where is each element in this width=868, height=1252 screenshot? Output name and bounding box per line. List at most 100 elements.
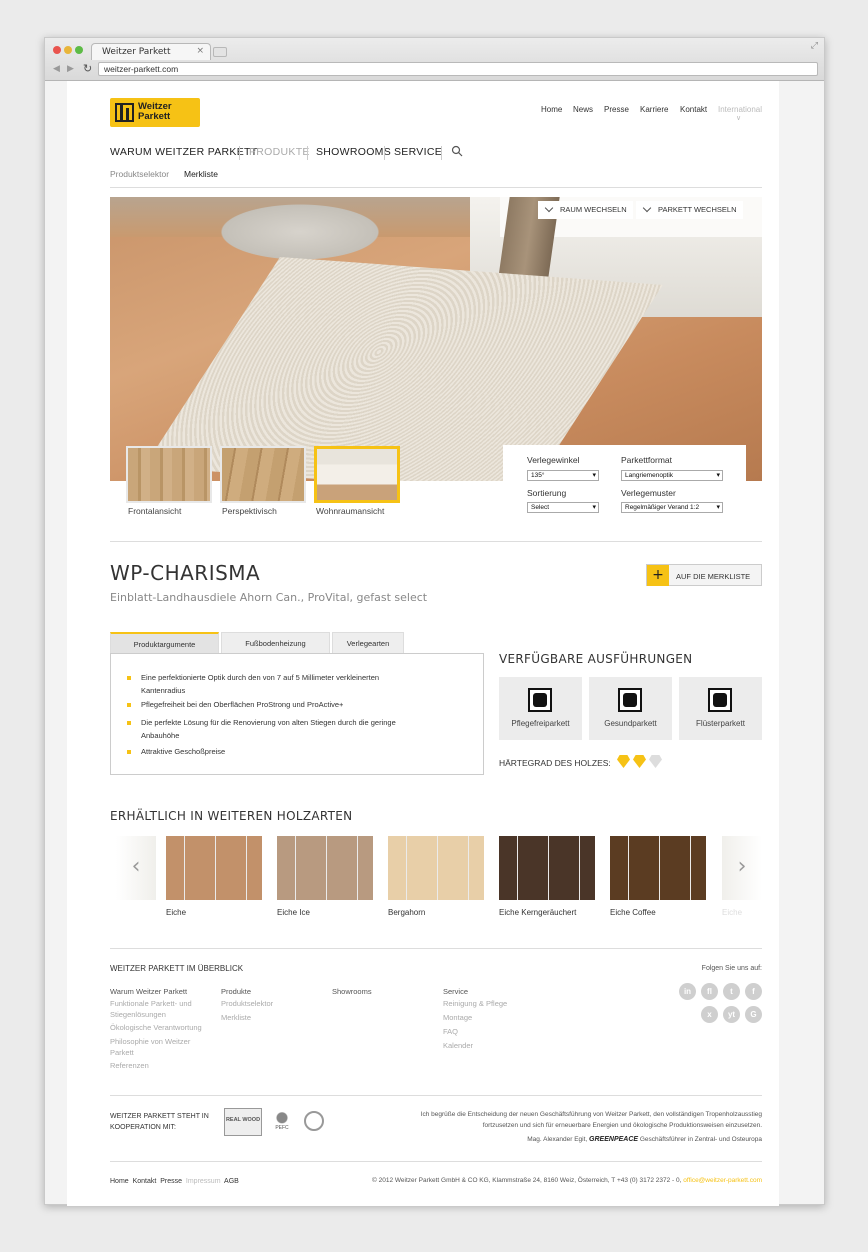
health-icon [618, 688, 642, 712]
fluesterparkett-label: Flüsterparkett [696, 719, 745, 728]
top-nav-kontakt[interactable]: Kontakt [680, 105, 707, 114]
top-nav-news[interactable]: News [573, 105, 593, 114]
view-thumb-wohnraum[interactable] [314, 446, 400, 503]
speaker-icon [708, 688, 732, 712]
view-thumb-perspektivisch[interactable] [220, 446, 306, 503]
footer-link[interactable]: Reinigung & Pflege [443, 998, 507, 1009]
footer-link[interactable]: Referenzen [110, 1060, 210, 1071]
verlegemuster-select[interactable]: Regelmäßiger Verand 1:2 [621, 502, 723, 513]
argument-text: Eine perfektionierte Optik durch den von… [141, 673, 380, 695]
youtube-icon[interactable]: yt [723, 1006, 740, 1023]
main-nav-warum[interactable]: WARUM WEITZER PARKETT [110, 146, 257, 158]
gesundparkett-label: Gesundparkett [604, 719, 657, 728]
view-label-frontal: Frontalansicht [128, 506, 182, 516]
parkettformat-label: Parkettformat [621, 455, 673, 465]
product-subtitle: Einblatt-Landhausdiele Ahorn Can., ProVi… [110, 591, 428, 604]
parkettformat-select[interactable]: Langriemenoptik [621, 470, 723, 481]
flickr-icon[interactable]: fl [701, 983, 718, 1000]
bottom-link-impressum[interactable]: Impressum [186, 1178, 221, 1185]
greenpeace-quote: Ich begrüße die Entscheidung der neuen G… [420, 1111, 762, 1129]
address-bar[interactable]: weitzer-parkett.com [98, 62, 818, 76]
footer-link-showrooms[interactable]: Showrooms [332, 986, 372, 997]
main-nav-produkte[interactable]: PRODUKTE [249, 146, 310, 158]
wood-swatch-eiche-coffee[interactable] [610, 836, 706, 900]
carousel-prev-button[interactable]: ‹ [116, 836, 156, 900]
argument-item: Eine perfektionierte Optik durch den von… [127, 671, 417, 697]
maximize-window-button[interactable] [75, 46, 83, 54]
wood-swatch-eiche-kerngeraeuchert[interactable] [499, 836, 595, 900]
browser-toolbar: Weitzer Parkett × ⤢ ◀ ▶ ↻ weitzer-parket… [45, 38, 824, 81]
search-icon[interactable] [451, 145, 463, 157]
footer-link[interactable]: Philosophie von Weitzer Parkett [110, 1036, 210, 1058]
room-visualisation: RAUM WECHSELN PARKETT WECHSELN [110, 197, 762, 481]
carousel-next-button[interactable]: › [722, 836, 762, 900]
wood-label-faded: Eiche [722, 908, 743, 917]
tab-produktargumente[interactable]: Produktargumente [110, 632, 219, 654]
email-link[interactable]: office@weitzer-parkett.com [683, 1177, 762, 1184]
forward-icon[interactable]: ▶ [67, 64, 74, 74]
minimize-window-button[interactable] [64, 46, 72, 54]
google-plus-icon[interactable]: G [745, 1006, 762, 1023]
back-icon[interactable]: ◀ [53, 64, 60, 74]
plus-icon: + [647, 565, 669, 586]
logo-line2: Parkett [138, 111, 171, 122]
wood-swatch-bergahorn[interactable] [388, 836, 484, 900]
footer-link-warum[interactable]: Warum Weitzer Parkett [110, 986, 210, 997]
sub-nav-produktselektor[interactable]: Produktselektor [110, 169, 169, 179]
facebook-icon[interactable]: f [745, 983, 762, 1000]
tab-close-icon[interactable]: × [196, 46, 204, 56]
xing-icon[interactable]: x [701, 1006, 718, 1023]
top-nav-karriere[interactable]: Karriere [640, 105, 668, 114]
nav-divider [441, 146, 442, 160]
bottom-link-presse[interactable]: Presse [160, 1178, 182, 1185]
footer-link-produkte[interactable]: Produkte [221, 986, 251, 997]
raum-wechseln-button[interactable]: RAUM WECHSELN [538, 201, 633, 219]
add-to-merkliste-button[interactable]: + AUF DIE MERKLISTE [646, 564, 762, 586]
verlegemuster-label: Verlegemuster [621, 488, 676, 498]
footer-link-service[interactable]: Service [443, 986, 468, 997]
wood-swatch-eiche-ice[interactable] [277, 836, 373, 900]
verlegewinkel-select[interactable]: 135° [527, 470, 599, 481]
real-wood-logo: REAL WOOD [224, 1108, 262, 1136]
fullscreen-icon[interactable]: ⤢ [811, 41, 818, 51]
footer-link[interactable]: Montage [443, 1012, 472, 1023]
top-nav-international[interactable]: International [718, 105, 762, 114]
pflegefreiparkett-label: Pflegefreiparkett [511, 719, 570, 728]
linkedin-icon[interactable]: in [679, 983, 696, 1000]
bottom-link-home[interactable]: Home [110, 1178, 129, 1185]
main-nav-service[interactable]: SERVICE [394, 146, 442, 158]
greenpeace-logo: GREENPEACE [589, 1136, 639, 1143]
footer-link[interactable]: Kalender [443, 1040, 473, 1051]
gesundparkett-card[interactable]: Gesundparkett [589, 677, 672, 740]
argument-item: Die perfekte Lösung für die Renovierung … [127, 716, 417, 742]
fluesterparkett-card[interactable]: Flüsterparkett [679, 677, 762, 740]
new-tab-button[interactable] [213, 47, 227, 57]
footer-link[interactable]: Produktselektor [221, 998, 273, 1009]
view-thumb-frontal[interactable] [126, 446, 212, 503]
footer-link[interactable]: FAQ [443, 1026, 458, 1037]
logo[interactable]: Weitzer Parkett [110, 98, 200, 127]
bottom-link-agb[interactable]: AGB [224, 1178, 239, 1185]
footer-heading: WEITZER PARKETT IM ÜBERBLICK [110, 964, 244, 973]
hardness-gem-icon [649, 755, 662, 768]
footer-link[interactable]: Ökologische Verantwortung [110, 1022, 210, 1033]
sub-nav-merkliste[interactable]: Merkliste [184, 169, 218, 179]
browser-tab[interactable]: Weitzer Parkett × [91, 43, 211, 60]
close-window-button[interactable] [53, 46, 61, 54]
top-nav-presse[interactable]: Presse [604, 105, 629, 114]
footer-link[interactable]: Funktionale Parkett- und Stiegenlösungen [110, 998, 210, 1020]
tab-title: Weitzer Parkett [102, 47, 171, 57]
main-nav-showrooms[interactable]: SHOWROOMS [316, 146, 391, 158]
sortierung-select[interactable]: Select [527, 502, 599, 513]
twitter-icon[interactable]: t [723, 983, 740, 1000]
bottom-link-kontakt[interactable]: Kontakt [133, 1178, 157, 1185]
top-nav-home[interactable]: Home [541, 105, 562, 114]
tab-fussbodenheizung[interactable]: Fußbodenheizung [221, 632, 330, 654]
reload-icon[interactable]: ↻ [83, 62, 92, 75]
tab-verlegearten[interactable]: Verlegearten [332, 632, 404, 654]
parkett-wechseln-button[interactable]: PARKETT WECHSELN [636, 201, 743, 219]
verlegewinkel-label: Verlegewinkel [527, 455, 580, 465]
pflegefreiparkett-card[interactable]: Pflegefreiparkett [499, 677, 582, 740]
footer-link[interactable]: Merkliste [221, 1012, 251, 1023]
wood-swatch-eiche[interactable] [166, 836, 262, 900]
